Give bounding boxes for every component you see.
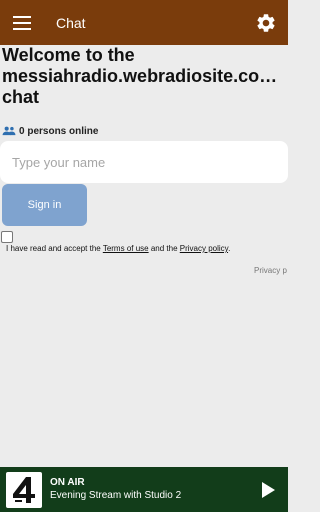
station-logo-icon bbox=[13, 476, 35, 503]
privacy-policy-link[interactable]: Privacy policy bbox=[180, 244, 228, 253]
signin-button[interactable]: Sign in bbox=[2, 184, 87, 226]
name-input[interactable] bbox=[0, 141, 288, 183]
player-bar: ON AIR Evening Stream with Studio 2 bbox=[0, 467, 288, 512]
settings-button[interactable] bbox=[244, 0, 288, 45]
terms-middle: and the bbox=[148, 244, 180, 253]
menu-icon bbox=[13, 15, 31, 30]
gear-icon bbox=[257, 13, 275, 32]
page-title: Chat bbox=[56, 14, 86, 31]
welcome-line-1: Welcome to the bbox=[2, 45, 135, 65]
on-air-label: ON AIR bbox=[50, 477, 85, 488]
privacy-link-truncated[interactable]: Privacy p bbox=[254, 266, 288, 275]
online-status: 0 persons online bbox=[2, 124, 98, 138]
play-button[interactable] bbox=[248, 467, 288, 512]
station-logo bbox=[6, 471, 42, 508]
terms-prefix: I have read and accept the bbox=[6, 244, 103, 253]
menu-button[interactable] bbox=[0, 0, 44, 45]
online-count: 0 persons online bbox=[19, 125, 99, 137]
terms-checkbox[interactable] bbox=[1, 231, 13, 243]
welcome-heading: Welcome to the messiahradio.webradiosite… bbox=[2, 45, 288, 108]
welcome-line-3: chat bbox=[2, 87, 40, 107]
terms-suffix: . bbox=[228, 244, 231, 253]
people-icon bbox=[2, 126, 16, 136]
terms-of-use-link[interactable]: Terms of use bbox=[103, 244, 149, 253]
welcome-line-2: messiahradio.webradiosite.co… bbox=[2, 66, 278, 86]
stream-title: Evening Stream with Studio 2 bbox=[50, 490, 182, 501]
play-icon bbox=[262, 481, 275, 498]
app-bar: Chat bbox=[0, 0, 288, 45]
terms-text: I have read and accept the Terms of use … bbox=[6, 244, 230, 253]
now-playing: ON AIR Evening Stream with Studio 2 bbox=[50, 476, 248, 503]
